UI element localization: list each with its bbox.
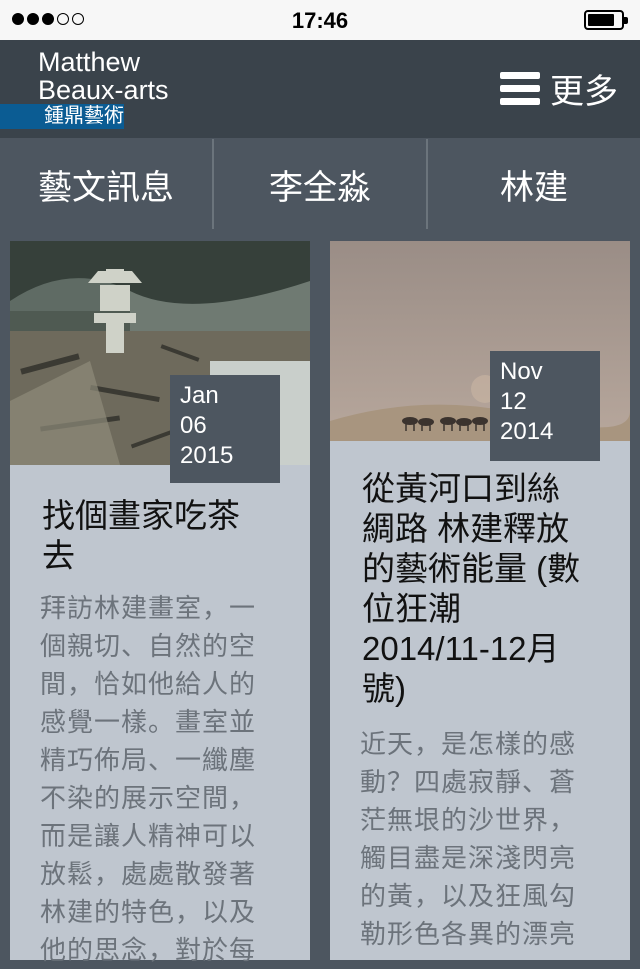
more-menu-button[interactable]: 更多 [500,64,618,113]
date-year: 2014 [500,418,554,445]
logo-line-2: Beaux-arts [38,75,169,105]
tab-lin-jian[interactable]: 林建 [428,139,640,229]
hamburger-icon [500,71,540,106]
article-title[interactable]: 找個畫家吃茶 去 [42,496,292,576]
tab-art-news[interactable]: 藝文訊息 [0,139,214,229]
date-month: Nov [500,358,543,385]
logo-chinese: 鍾鼎藝術 [0,104,124,129]
article-title[interactable]: 從黃河口到絲 綢路 林建釋放 的藝術能量 (數 位狂潮 2014/11-12月 … [362,469,624,709]
battery-icon [584,10,628,30]
article-date: Jan 06 2015 [170,375,280,483]
date-day: 12 [500,388,527,415]
date-year: 2015 [180,442,234,469]
tab-li-quanmiao[interactable]: 李全淼 [214,139,428,229]
date-month: Jan [180,382,219,409]
status-time: 17:46 [291,8,349,33]
article-card[interactable]: Nov 12 2014 從黃河口到絲 綢路 林建釋放 的藝術能量 (數 位狂潮 … [330,241,630,960]
article-excerpt: 拜訪林建畫室，一 個親切、自然的空 間，恰如他給人的 感覺一樣。畫室並 精巧佈局… [40,593,257,965]
article-card[interactable]: Jan 06 2015 找個畫家吃茶 去 拜訪林建畫室，一 個親切、自然的空 間… [10,241,310,965]
date-day: 06 [180,412,207,439]
more-menu-label: 更多 [550,73,618,111]
category-nav: 藝文訊息 李全淼 林建 [0,139,640,229]
logo-line-1: Matthew [38,47,141,77]
article-excerpt: 近天，是怎樣的感 動？四處寂靜、蒼 茫無垠的沙世界， 觸目盡是深淺閃亮 的黃，以… [360,729,577,949]
article-date: Nov 12 2014 [490,351,600,461]
site-header: Matthew Beaux-arts 鍾鼎藝術 更多 [0,40,640,138]
status-bar: 17:46 [0,0,640,40]
